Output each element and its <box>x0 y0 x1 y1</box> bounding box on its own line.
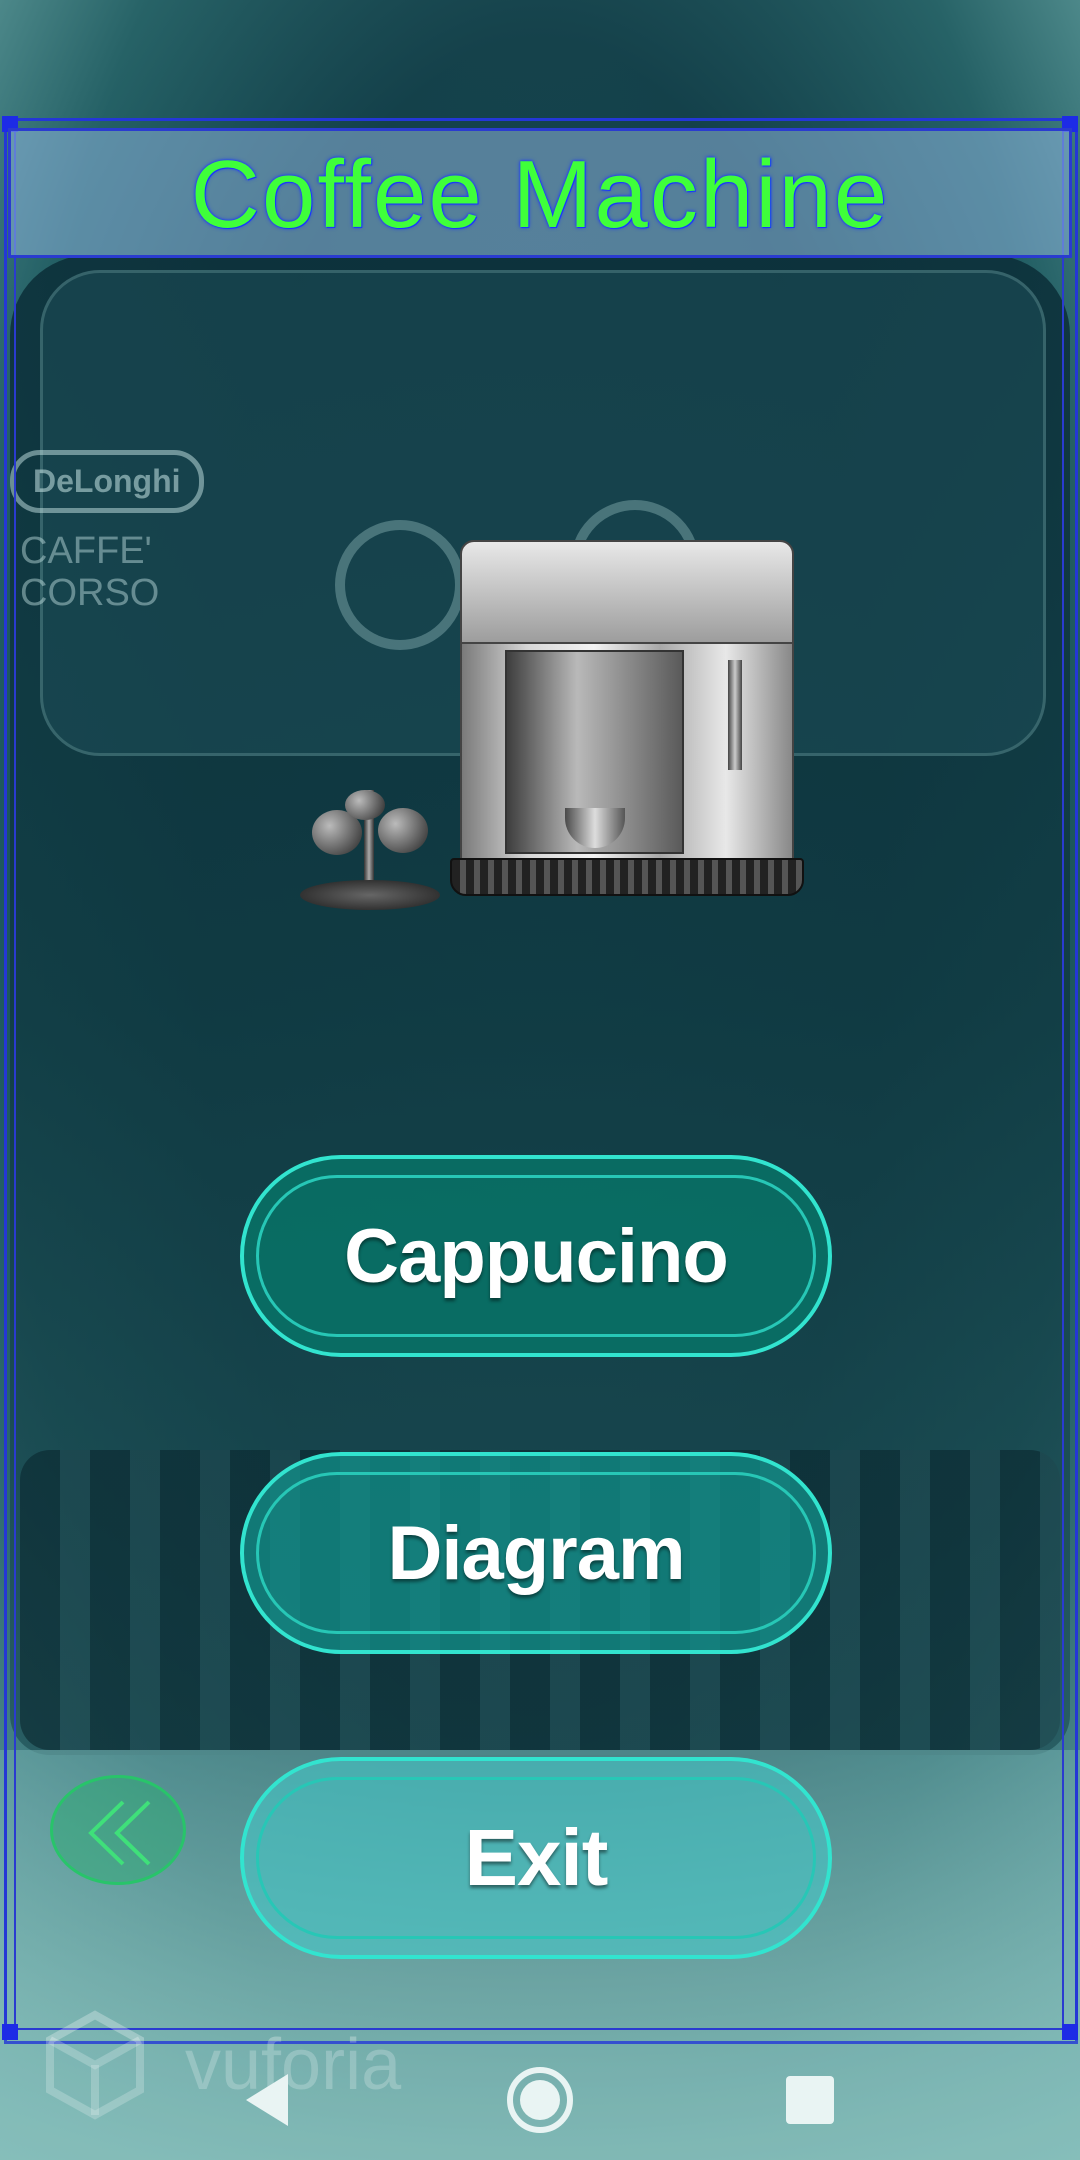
diagram-button-label: Diagram <box>387 1510 685 1596</box>
nav-home-button[interactable] <box>500 2060 580 2140</box>
frame-corner <box>2 2024 18 2040</box>
cappuccino-button-label: Cappucino <box>344 1213 729 1299</box>
nav-recents-button[interactable] <box>770 2060 850 2140</box>
machine-drip-tray <box>450 858 804 896</box>
cup-stand-model <box>300 780 440 910</box>
cup-icon <box>345 790 385 820</box>
machine-steam-wand <box>728 660 742 770</box>
diagram-button[interactable]: Diagram <box>240 1452 832 1654</box>
app-screen: DeLonghi CAFFE' CORSO Coffee Machine Cap… <box>0 0 1080 2160</box>
back-button[interactable] <box>50 1775 186 1885</box>
ar-frame-inner <box>14 128 1064 2030</box>
triangle-back-icon <box>246 2074 288 2126</box>
frame-corner <box>1062 2024 1078 2040</box>
cappuccino-button[interactable]: Cappucino <box>240 1155 832 1357</box>
cup-stand-base <box>300 880 440 910</box>
square-recents-icon <box>786 2076 834 2124</box>
exit-button[interactable]: Exit <box>240 1757 832 1959</box>
circle-home-icon <box>507 2067 573 2133</box>
machine-top <box>460 540 794 644</box>
double-chevron-left-icon <box>88 1800 151 1866</box>
coffee-machine-model[interactable] <box>300 530 820 910</box>
exit-button-label: Exit <box>464 1813 609 1902</box>
nav-back-button[interactable] <box>228 2060 308 2140</box>
cup-icon <box>378 808 428 853</box>
page-title: Coffee Machine <box>190 141 890 248</box>
